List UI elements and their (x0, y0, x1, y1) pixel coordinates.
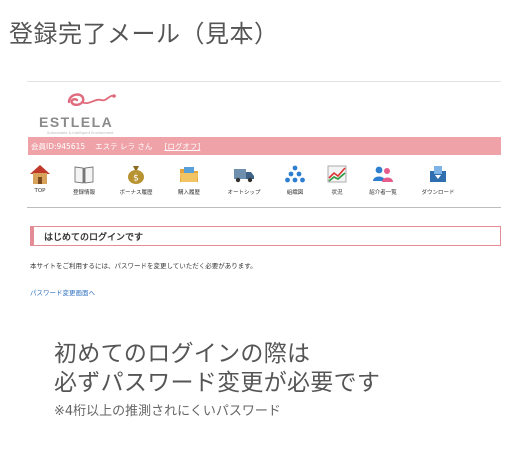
password-change-notice: 本サイトをご利用するには、パスワードを変更していただく必要があります。 (30, 262, 257, 270)
estlela-logo[interactable]: ESTLELA Sustainable & Intelligent Enviro… (39, 88, 129, 138)
logout-link[interactable]: [ログオフ] (164, 141, 200, 152)
svg-text:$: $ (133, 174, 139, 184)
callout: 初めてのログインの際は 必ずパスワード変更が必要です ※4桁以上の推測されにくい… (54, 340, 380, 419)
nav-divider (27, 207, 501, 208)
organization-icon (285, 165, 305, 183)
download-icon (430, 166, 446, 182)
logo-tagline: Sustainable & Intelligent Environment (47, 131, 114, 135)
nav-label: オートシップ (227, 190, 261, 196)
screenshot-top-divider (27, 81, 501, 82)
page-title: 登録完了メール（見本） (9, 20, 279, 48)
main-nav: TOP 登録情報 $ ボーナス履歴 購入履歴 オートシップ 組織図 状況 紹介者… (26, 161, 474, 203)
nav-label: 購入履歴 (177, 190, 200, 196)
user-name: エステ レラ さん (95, 141, 153, 151)
member-id: 会員ID:945615 (31, 141, 86, 151)
chart-icon (327, 165, 347, 183)
nav-label: 紹介者一覧 (369, 190, 397, 196)
callout-line-1: 初めてのログインの際は (54, 341, 311, 367)
nav-item-referrals[interactable]: 紹介者一覧 (358, 161, 408, 203)
callout-line-2: 必ずパスワード変更が必要です (54, 370, 381, 396)
first-login-box: はじめてのログインです (30, 226, 501, 246)
nav-item-autoship[interactable]: オートシップ (219, 161, 269, 203)
nav-item-bonus-history[interactable]: $ ボーナス履歴 (111, 161, 161, 203)
nav-label: ボーナス履歴 (119, 190, 153, 196)
user-info-bar: 会員ID:945615 エステ レラ さん [ログオフ] (28, 137, 501, 155)
nav-label: 状況 (331, 190, 343, 196)
users-icon (373, 166, 393, 182)
book-icon (74, 166, 94, 184)
truck-icon (234, 169, 254, 183)
nav-label: 登録情報 (72, 190, 95, 196)
folder-icon (180, 167, 198, 182)
money-bag-icon: $ (128, 166, 144, 184)
nav-item-download[interactable]: ダウンロード (413, 161, 463, 203)
logo-swirl-icon (67, 93, 116, 106)
nav-item-purchase-history[interactable]: 購入履歴 (164, 161, 214, 203)
home-icon (30, 165, 50, 184)
nav-label: TOP (34, 188, 46, 194)
nav-label: ダウンロード (421, 190, 455, 196)
nav-item-top[interactable]: TOP (15, 161, 65, 203)
password-change-link[interactable]: パスワード変更画面へ (30, 287, 95, 297)
nav-item-status[interactable]: 状況 (312, 161, 362, 203)
nav-item-registration[interactable]: 登録情報 (59, 161, 109, 203)
first-login-heading: はじめてのログインです (44, 232, 144, 243)
logo-text: ESTLELA (39, 114, 114, 130)
callout-note: ※4桁以上の推測されにくいパスワード (54, 404, 281, 419)
